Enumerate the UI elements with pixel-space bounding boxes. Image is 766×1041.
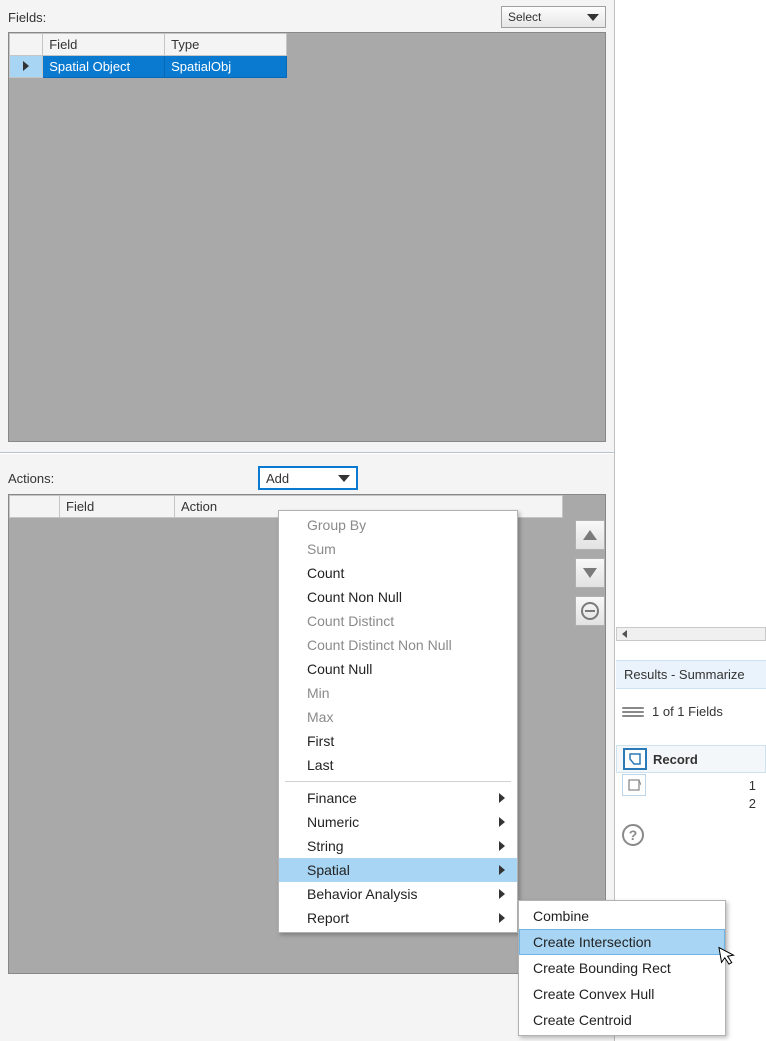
fields-label: Fields: [8, 10, 46, 25]
chevron-down-icon [587, 14, 599, 21]
results-toolbar: 1 of 1 Fields [616, 700, 766, 723]
chevron-down-icon [338, 475, 350, 482]
submenu-create-convex-hull[interactable]: Create Convex Hull [519, 981, 725, 1007]
results-row-2[interactable]: 2 [616, 794, 766, 813]
fields-rowhead-header[interactable] [10, 34, 43, 56]
menu-group-by[interactable]: Group By [279, 513, 517, 537]
section-divider [0, 452, 614, 454]
menu-count-null[interactable]: Count Null [279, 657, 517, 681]
menu-last[interactable]: Last [279, 753, 517, 777]
arrow-up-icon [583, 530, 597, 540]
actions-add-label: Add [266, 471, 289, 486]
menu-separator [285, 781, 511, 782]
chevron-right-icon [499, 913, 505, 923]
submenu-create-intersection[interactable]: Create Intersection [519, 929, 725, 955]
results-title: Results - Summarize [616, 660, 766, 689]
results-row1-num: 1 [734, 778, 760, 793]
scroll-left-button[interactable] [617, 628, 631, 640]
horizontal-scrollbar[interactable] [616, 627, 766, 641]
menu-numeric[interactable]: Numeric [279, 810, 517, 834]
polygon-shape-button[interactable] [623, 748, 647, 770]
fields-section: Fields: Select Field Type Spatial Object… [0, 0, 614, 442]
actions-add-dropdown[interactable]: Add [258, 466, 358, 490]
fields-grid[interactable]: Field Type Spatial Object SpatialObj [8, 32, 606, 442]
current-row-icon [23, 61, 29, 71]
row-indicator [10, 56, 43, 78]
polygon-icon [628, 752, 642, 766]
fields-select-dropdown[interactable]: Select [501, 6, 606, 28]
menu-count-distinct[interactable]: Count Distinct [279, 609, 517, 633]
arrow-down-icon [583, 568, 597, 578]
move-down-button[interactable] [575, 558, 605, 588]
remove-button[interactable] [575, 596, 605, 626]
menu-string[interactable]: String [279, 834, 517, 858]
chevron-right-icon [499, 841, 505, 851]
minus-circle-icon [581, 602, 599, 620]
menu-count-non-null[interactable]: Count Non Null [279, 585, 517, 609]
actions-label: Actions: [8, 471, 238, 486]
submenu-combine[interactable]: Combine [519, 903, 725, 929]
help-button[interactable]: ? [622, 824, 644, 846]
action-order-buttons [575, 520, 605, 626]
pentagon-icon [627, 778, 641, 792]
menu-spatial[interactable]: Spatial [279, 858, 517, 882]
fields-table: Field Type Spatial Object SpatialObj [9, 33, 287, 78]
chevron-right-icon [499, 889, 505, 899]
menu-count-distinct-non-null[interactable]: Count Distinct Non Null [279, 633, 517, 657]
menu-max[interactable]: Max [279, 705, 517, 729]
results-fields-count: 1 of 1 Fields [652, 704, 723, 719]
fields-select-label: Select [508, 10, 541, 24]
menu-min[interactable]: Min [279, 681, 517, 705]
help-icon: ? [629, 827, 638, 843]
menu-count[interactable]: Count [279, 561, 517, 585]
chevron-right-icon [499, 865, 505, 875]
actions-col-field[interactable]: Field [60, 496, 175, 518]
menu-report[interactable]: Report [279, 906, 517, 930]
spatial-submenu: Combine Create Intersection Create Bound… [518, 900, 726, 1036]
results-record-row[interactable]: Record [616, 745, 766, 773]
chevron-right-icon [499, 817, 505, 827]
menu-finance[interactable]: Finance [279, 786, 517, 810]
fields-cell-field[interactable]: Spatial Object [43, 56, 165, 78]
fields-col-field[interactable]: Field [43, 34, 165, 56]
menu-behavior[interactable]: Behavior Analysis [279, 882, 517, 906]
results-panel: Results - Summarize 1 of 1 Fields Record… [616, 0, 766, 1041]
fields-cell-type[interactable]: SpatialObj [165, 56, 287, 78]
results-record-label: Record [653, 752, 698, 767]
fields-row[interactable]: Spatial Object SpatialObj [10, 56, 287, 78]
list-view-icon[interactable] [622, 707, 644, 717]
pentagon-shape-button[interactable] [622, 774, 646, 796]
chevron-right-icon [499, 793, 505, 803]
menu-sum[interactable]: Sum [279, 537, 517, 561]
menu-first[interactable]: First [279, 729, 517, 753]
chevron-left-icon [622, 630, 627, 638]
submenu-create-centroid[interactable]: Create Centroid [519, 1007, 725, 1033]
fields-col-type[interactable]: Type [165, 34, 287, 56]
submenu-create-bounding-rect[interactable]: Create Bounding Rect [519, 955, 725, 981]
actions-rowhead-header[interactable] [10, 496, 60, 518]
add-action-menu: Group By Sum Count Count Non Null Count … [278, 510, 518, 933]
move-up-button[interactable] [575, 520, 605, 550]
results-row2-num: 2 [734, 796, 760, 811]
